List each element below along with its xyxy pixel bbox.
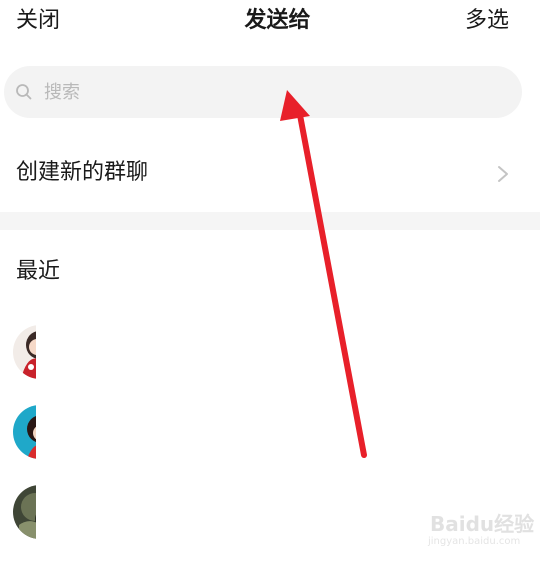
- watermark: Baidu经验 jingyan.baidu.com: [420, 500, 540, 556]
- contact-item[interactable]: [0, 317, 540, 387]
- create-group-chat-label: 创建新的群聊: [16, 160, 149, 185]
- watermark-text: Baidu经验: [430, 512, 535, 536]
- top-bar: 关闭 发送给 多选: [0, 0, 555, 44]
- watermark-subtext: jingyan.baidu.com: [428, 536, 521, 547]
- multi-select-button[interactable]: 多选: [465, 6, 509, 36]
- recent-section-title: 最近: [16, 259, 61, 284]
- contact-item[interactable]: [0, 397, 540, 467]
- section-divider: [0, 212, 540, 230]
- create-group-chat-row[interactable]: 创建新的群聊: [0, 140, 540, 206]
- search-bar[interactable]: [4, 66, 522, 118]
- chevron-right-icon: [498, 166, 508, 182]
- search-input[interactable]: [44, 78, 504, 106]
- close-button[interactable]: 关闭: [16, 6, 60, 36]
- search-icon: [16, 84, 32, 100]
